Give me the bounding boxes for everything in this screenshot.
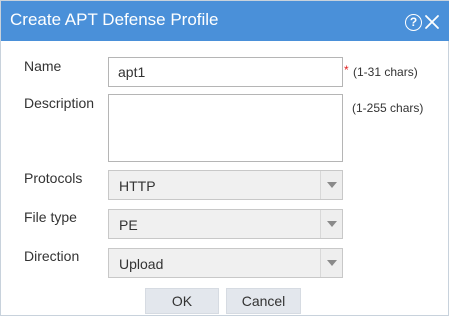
create-apt-defense-profile-dialog: Create APT Defense Profile ? Name * (1-3…	[0, 0, 449, 316]
name-label: Name	[24, 58, 62, 74]
name-input[interactable]	[108, 57, 343, 87]
ok-button[interactable]: OK	[145, 288, 219, 314]
help-icon[interactable]: ?	[405, 14, 422, 31]
close-icon-glyph	[425, 15, 439, 29]
protocols-select[interactable]: HTTP	[108, 170, 343, 200]
chevron-down-icon	[327, 182, 337, 188]
cancel-button[interactable]: Cancel	[226, 288, 301, 314]
protocols-label: Protocols	[24, 170, 83, 186]
chevron-down-icon	[327, 221, 337, 227]
file-type-selected-value: PE	[119, 217, 138, 233]
file-type-dropdown-toggle[interactable]	[320, 210, 342, 238]
direction-dropdown-toggle[interactable]	[320, 249, 342, 277]
dialog-titlebar: Create APT Defense Profile ?	[1, 1, 449, 41]
direction-label: Direction	[24, 248, 80, 264]
dialog-title: Create APT Defense Profile	[10, 10, 219, 29]
direction-selected-value: Upload	[119, 256, 164, 272]
chevron-down-icon	[327, 260, 337, 266]
required-mark: *	[344, 63, 349, 77]
name-hint: (1-31 chars)	[353, 65, 418, 79]
file-type-select[interactable]: PE	[108, 209, 343, 239]
protocols-dropdown-toggle[interactable]	[320, 171, 342, 199]
protocols-selected-value: HTTP	[119, 178, 156, 194]
description-textarea[interactable]	[108, 94, 343, 162]
description-label: Description	[24, 95, 95, 111]
description-hint: (1-255 chars)	[352, 101, 424, 115]
close-icon[interactable]	[424, 14, 440, 30]
file-type-label: File type	[24, 209, 77, 225]
direction-select[interactable]: Upload	[108, 248, 343, 278]
